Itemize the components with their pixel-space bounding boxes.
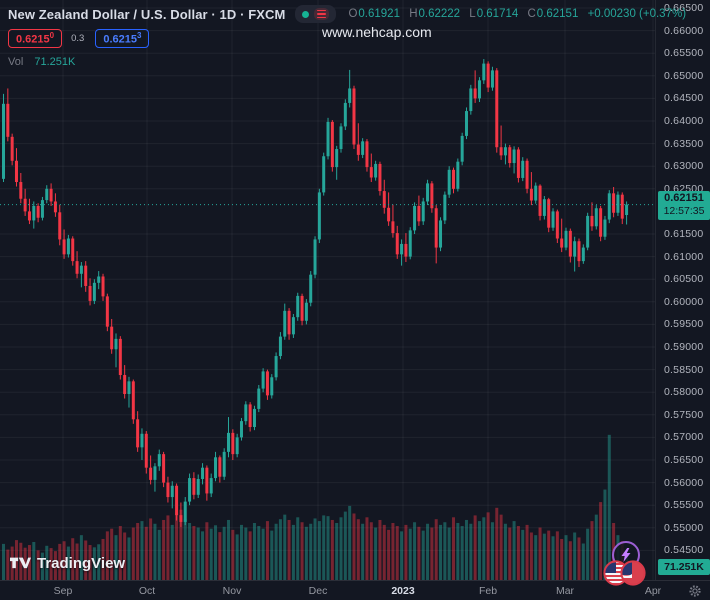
change-value: +0.00230 (+0.37%): [588, 8, 686, 20]
price-axis-label: 0.59000: [664, 341, 703, 353]
close-label: C: [527, 8, 535, 20]
price-axis-label: 0.58500: [664, 364, 703, 376]
price-axis-label: 0.59500: [664, 318, 703, 330]
price-axis-label: 0.61000: [664, 251, 703, 263]
chart-legend: New Zealand Dollar / U.S. Dollar · 1D · …: [8, 5, 686, 68]
price-axis-label: 0.63500: [664, 138, 703, 150]
price-axis-label: 0.61500: [664, 228, 703, 240]
market-holiday-waves-icon: [314, 8, 329, 21]
ohlc-values: O0.61921 H0.62222 L0.61714 C0.62151 +0.0…: [348, 8, 686, 20]
current-price-value: 0.62151: [658, 192, 710, 205]
current-price-badge: 0.62151 12:57:35: [658, 191, 710, 220]
volume-indicator-row[interactable]: Vol 71.251K: [8, 56, 686, 68]
price-axis-label: 0.64000: [664, 115, 703, 127]
price-axis-label: 0.57000: [664, 431, 703, 443]
bar-countdown: 12:57:35: [658, 205, 710, 217]
low-label: L: [469, 8, 475, 20]
high-value: 0.62222: [419, 8, 461, 20]
time-axis-label: Dec: [309, 585, 328, 597]
symbol-title[interactable]: New Zealand Dollar / U.S. Dollar · 1D · …: [8, 7, 285, 22]
tradingview-logo-text: TradingView: [37, 555, 125, 572]
close-value: 0.62151: [537, 8, 579, 20]
low-value: 0.61714: [477, 8, 519, 20]
price-axis-label: 0.60500: [664, 273, 703, 285]
price-axis-label: 0.58000: [664, 386, 703, 398]
volume-value: 71.251K: [34, 56, 75, 68]
time-axis-label: Feb: [479, 585, 497, 597]
price-axis-label: 0.60000: [664, 296, 703, 308]
price-axis-label: 0.57500: [664, 409, 703, 421]
price-axis-label: 0.63000: [664, 160, 703, 172]
price-axis-label: 0.56500: [664, 454, 703, 466]
ask-sup: 3: [137, 31, 141, 40]
time-axis-label: Mar: [556, 585, 574, 597]
settings-gear-icon[interactable]: [688, 584, 702, 598]
tradingview-logo[interactable]: TradingView: [10, 555, 125, 572]
high-label: H: [409, 8, 417, 20]
time-axis-label: Sep: [54, 585, 73, 597]
volume-badge: 71.251K: [658, 559, 710, 575]
currency-pair-flags-icon: [602, 558, 648, 593]
price-axis-label: 0.55000: [664, 522, 703, 534]
open-label: O: [348, 8, 357, 20]
candlestick-chart[interactable]: [0, 0, 655, 580]
price-axis-label: 0.54500: [664, 544, 703, 556]
bid-sup: 0: [50, 31, 54, 40]
open-value: 0.61921: [358, 8, 400, 20]
time-axis-label: 2023: [391, 585, 414, 597]
ask-main: 0.6215: [103, 33, 137, 45]
spread-value: 0.3: [71, 33, 84, 44]
chart-pane[interactable]: www.nehcap.com New Zealand Dollar / U.S.…: [0, 0, 655, 580]
bid-price-button[interactable]: 0.62150: [8, 29, 62, 49]
price-axis-label: 0.64500: [664, 92, 703, 104]
bid-main: 0.6215: [16, 33, 50, 45]
price-axis-label: 0.56000: [664, 477, 703, 489]
price-axis[interactable]: 0.62151 12:57:35 71.251K 0.665000.660000…: [655, 0, 710, 580]
price-axis-label: 0.55500: [664, 499, 703, 511]
market-open-dot-icon: [302, 11, 309, 18]
time-axis-label: Oct: [139, 585, 155, 597]
time-axis-label: Nov: [223, 585, 242, 597]
volume-label: Vol: [8, 56, 23, 68]
trading-chart-window: www.nehcap.com New Zealand Dollar / U.S.…: [0, 0, 710, 600]
tradingview-mark-icon: [10, 555, 31, 572]
ask-price-button[interactable]: 0.62153: [95, 29, 149, 49]
market-status-indicator[interactable]: [295, 5, 336, 24]
price-axis-label: 0.65000: [664, 70, 703, 82]
